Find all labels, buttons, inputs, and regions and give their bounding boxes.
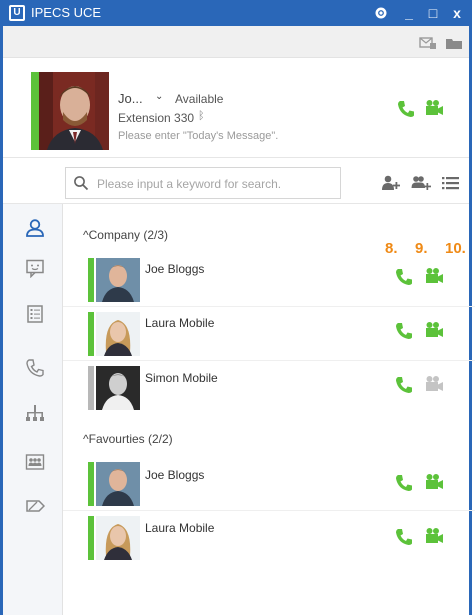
divider [63, 306, 475, 307]
avatar [96, 516, 140, 560]
profile-extension: Extension 330 [118, 111, 195, 125]
contact-name: Simon Mobile [145, 371, 218, 385]
video-call-icon[interactable] [423, 265, 445, 287]
avatar [96, 366, 140, 410]
divider [63, 510, 475, 511]
video-call-icon[interactable] [423, 525, 445, 547]
tag-icon[interactable] [25, 496, 45, 516]
presence-strip [31, 72, 39, 150]
settings-button[interactable] [371, 3, 391, 23]
phone-call-icon[interactable] [393, 320, 415, 342]
video-call-icon [426, 376, 443, 391]
search-icon [74, 176, 89, 191]
presence-strip [88, 462, 94, 506]
callout-9: 9. [415, 240, 428, 257]
callout-10: 10. [445, 240, 466, 257]
avatar [96, 462, 140, 506]
avatar [96, 258, 140, 302]
status-dropdown-icon[interactable]: ⌄ [155, 91, 163, 102]
notes-icon[interactable] [25, 304, 45, 324]
gear-icon [375, 7, 387, 19]
sub-toolbar [3, 26, 469, 58]
contacts-icon[interactable] [25, 218, 45, 238]
contact-name: Joe Bloggs [145, 262, 205, 276]
avatar[interactable] [39, 72, 109, 150]
bluetooth-icon: ᛒ [198, 110, 205, 122]
presence-status[interactable]: Available [175, 92, 223, 106]
maximize-button[interactable]: □ [423, 3, 443, 23]
callout-8: 8. [385, 240, 398, 257]
minimize-button[interactable]: _ [399, 3, 419, 23]
video-call-icon[interactable] [423, 319, 445, 341]
video-call-icon[interactable] [423, 471, 445, 493]
presence-strip [88, 366, 94, 410]
call-log-icon[interactable] [25, 358, 45, 378]
title-bar: U IPECS UCE _ □ x [3, 0, 469, 26]
list-view-icon[interactable] [441, 174, 461, 192]
contact-name: Laura Mobile [145, 316, 215, 330]
presence-strip [88, 312, 94, 356]
video-call-icon[interactable] [423, 97, 445, 119]
add-contact-icon[interactable] [381, 174, 401, 192]
email-icon[interactable] [419, 36, 437, 50]
organization-chart-icon[interactable] [25, 404, 45, 424]
close-button[interactable]: x [447, 3, 467, 23]
app-title: IPECS UCE [31, 5, 102, 20]
chat-icon[interactable] [25, 258, 45, 278]
group-header-favourites[interactable]: ^Favourties (2/2) [83, 432, 173, 446]
add-group-icon[interactable] [411, 174, 431, 192]
presence-strip [88, 516, 94, 560]
conference-icon[interactable] [25, 452, 45, 472]
phone-call-icon[interactable] [393, 266, 415, 288]
divider [63, 360, 475, 361]
avatar [96, 312, 140, 356]
contact-name: Joe Bloggs [145, 468, 205, 482]
phone-call-icon[interactable] [393, 526, 415, 548]
presence-strip [88, 258, 94, 302]
group-header-company[interactable]: ^Company (2/3) [83, 228, 168, 242]
phone-call-icon[interactable] [395, 98, 417, 120]
profile-name: Jo... [118, 91, 143, 106]
todays-message[interactable]: Please enter "Today's Message". [118, 130, 278, 142]
contact-name: Laura Mobile [145, 521, 215, 535]
app-window: U IPECS UCE _ □ x Jo... ⌄ Available Exte… [0, 0, 475, 615]
search-input[interactable] [97, 175, 337, 193]
phone-call-icon[interactable] [393, 472, 415, 494]
folder-icon[interactable] [445, 36, 463, 50]
app-logo: U [9, 5, 25, 21]
phone-call-icon[interactable] [393, 374, 415, 396]
